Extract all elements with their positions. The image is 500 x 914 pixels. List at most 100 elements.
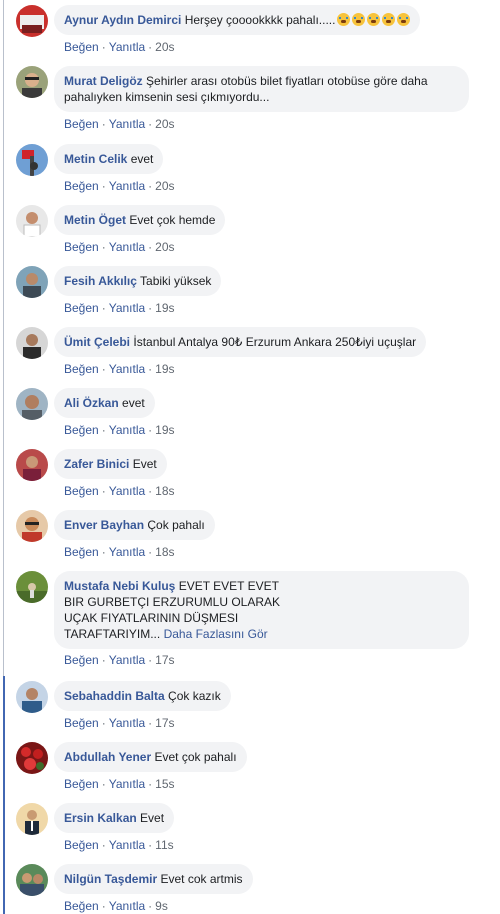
- commenter-name[interactable]: Metin Celik: [64, 152, 127, 166]
- comment-text-line: pahalıyken kimsenin sesi çıkmıyordu...: [64, 90, 270, 104]
- comment-actions: Beğen · Yanıtla · 20s: [64, 179, 175, 193]
- avatar[interactable]: [16, 449, 48, 481]
- timestamp[interactable]: 18s: [155, 484, 174, 498]
- comment-bubble: Enver Bayhan Çok pahalı: [54, 510, 215, 540]
- comment-actions: Beğen · Yanıtla · 18s: [64, 484, 175, 498]
- timestamp[interactable]: 15s: [155, 777, 174, 791]
- comment-text: Çok kazık: [168, 689, 221, 703]
- comment-text-line: UÇAK FIYATLARININ DÜŞMESI: [64, 611, 239, 625]
- comment-bubble: Ümit Çelebi İstanbul Antalya 90₺ Erzurum…: [54, 327, 427, 357]
- comment-bubble: Ali Özkan evet: [54, 388, 155, 418]
- commenter-name[interactable]: Zafer Binici: [64, 457, 129, 471]
- avatar[interactable]: [16, 266, 48, 298]
- comment-bubble: Aynur Aydın Demirci Herşey çooookkkk pah…: [54, 5, 421, 35]
- commenter-name[interactable]: Aynur Aydın Demirci: [64, 13, 181, 27]
- avatar[interactable]: [16, 205, 48, 237]
- avatar[interactable]: [16, 5, 48, 37]
- comment-text: Evet çok hemde: [129, 213, 216, 227]
- like-link[interactable]: Beğen: [64, 117, 99, 131]
- comment-text: Şehirler arası otobüs bilet fiyatları ot…: [146, 74, 428, 88]
- like-link[interactable]: Beğen: [64, 423, 99, 437]
- commenter-name[interactable]: Mustafa Nebi Kuluş: [64, 579, 175, 593]
- reply-link[interactable]: Yanıtla: [109, 301, 145, 315]
- comment-bubble: Fesih Akkılıç Tabiki yüksek: [54, 266, 222, 296]
- reply-link[interactable]: Yanıtla: [109, 179, 145, 193]
- comment-bubble: Ersin Kalkan Evet: [54, 803, 175, 833]
- like-link[interactable]: Beğen: [64, 301, 99, 315]
- commenter-name[interactable]: Abdullah Yener: [64, 750, 151, 764]
- avatar[interactable]: [16, 742, 48, 774]
- avatar[interactable]: [16, 571, 48, 603]
- reply-link[interactable]: Yanıtla: [109, 423, 145, 437]
- timestamp[interactable]: 20s: [155, 40, 174, 54]
- commenter-name[interactable]: Murat Deligöz: [64, 74, 143, 88]
- comment-text: Evet: [140, 811, 165, 825]
- thread-highlight-line: [3, 676, 5, 914]
- commenter-name[interactable]: Enver Bayhan: [64, 518, 144, 532]
- avatar[interactable]: [16, 681, 48, 713]
- avatar[interactable]: [16, 327, 48, 359]
- avatar[interactable]: [16, 864, 48, 896]
- reply-link[interactable]: Yanıtla: [109, 716, 145, 730]
- commenter-name[interactable]: Nilgün Taşdemir: [64, 872, 157, 886]
- see-more-link[interactable]: Daha Fazlasını Gör: [164, 627, 268, 641]
- crying-face-icon: [382, 13, 396, 26]
- avatar[interactable]: [16, 66, 48, 98]
- commenter-name[interactable]: Fesih Akkılıç: [64, 274, 137, 288]
- comment-text: evet: [130, 152, 154, 166]
- avatar[interactable]: [16, 510, 48, 542]
- timestamp[interactable]: 9s: [155, 899, 168, 913]
- like-link[interactable]: Beğen: [64, 653, 99, 667]
- timestamp[interactable]: 20s: [155, 179, 174, 193]
- timestamp[interactable]: 18s: [155, 545, 174, 559]
- comment-text: İstanbul Antalya 90₺ Erzurum Ankara 250₺…: [133, 335, 417, 349]
- comment-bubble: Mustafa Nebi Kuluş EVET EVET EVET BIR GU…: [54, 571, 469, 649]
- like-link[interactable]: Beğen: [64, 838, 99, 852]
- comment-text: EVET EVET EVET: [178, 579, 279, 593]
- like-link[interactable]: Beğen: [64, 777, 99, 791]
- like-link[interactable]: Beğen: [64, 484, 99, 498]
- avatar[interactable]: [16, 803, 48, 835]
- timestamp[interactable]: 20s: [155, 117, 174, 131]
- timestamp[interactable]: 19s: [155, 301, 174, 315]
- comment-text: Evet cok artmis: [160, 872, 243, 886]
- comment-actions: Beğen · Yanıtla · 19s: [64, 423, 175, 437]
- like-link[interactable]: Beğen: [64, 240, 99, 254]
- commenter-name[interactable]: Ersin Kalkan: [64, 811, 137, 825]
- like-link[interactable]: Beğen: [64, 545, 99, 559]
- timestamp[interactable]: 19s: [155, 362, 174, 376]
- reply-link[interactable]: Yanıtla: [109, 653, 145, 667]
- comment-text: Evet: [132, 457, 157, 471]
- commenter-name[interactable]: Ümit Çelebi: [64, 335, 130, 349]
- timestamp[interactable]: 19s: [155, 423, 174, 437]
- reply-link[interactable]: Yanıtla: [109, 40, 145, 54]
- like-link[interactable]: Beğen: [64, 716, 99, 730]
- like-link[interactable]: Beğen: [64, 40, 99, 54]
- reply-link[interactable]: Yanıtla: [109, 545, 145, 559]
- comment-actions: Beğen · Yanıtla · 15s: [64, 777, 175, 791]
- crying-face-icon: [367, 13, 381, 26]
- timestamp[interactable]: 11s: [155, 838, 173, 852]
- timestamp[interactable]: 17s: [155, 653, 174, 667]
- reply-link[interactable]: Yanıtla: [109, 484, 145, 498]
- avatar[interactable]: [16, 388, 48, 420]
- timestamp[interactable]: 17s: [155, 716, 174, 730]
- commenter-name[interactable]: Ali Özkan: [64, 396, 119, 410]
- reply-link[interactable]: Yanıtla: [109, 362, 145, 376]
- comment-text: evet: [122, 396, 145, 410]
- comment-bubble: Sebahaddin Balta Çok kazık: [54, 681, 231, 711]
- reply-link[interactable]: Yanıtla: [109, 899, 145, 913]
- commenter-name[interactable]: Sebahaddin Balta: [64, 689, 165, 703]
- avatar[interactable]: [16, 144, 48, 176]
- crying-face-icon: [352, 13, 366, 26]
- comment-bubble: Nilgün Taşdemir Evet cok artmis: [54, 864, 253, 894]
- reply-link[interactable]: Yanıtla: [109, 838, 145, 852]
- like-link[interactable]: Beğen: [64, 899, 99, 913]
- like-link[interactable]: Beğen: [64, 179, 99, 193]
- reply-link[interactable]: Yanıtla: [109, 117, 145, 131]
- timestamp[interactable]: 20s: [155, 240, 174, 254]
- reply-link[interactable]: Yanıtla: [109, 240, 145, 254]
- commenter-name[interactable]: Metin Öget: [64, 213, 126, 227]
- like-link[interactable]: Beğen: [64, 362, 99, 376]
- reply-link[interactable]: Yanıtla: [109, 777, 145, 791]
